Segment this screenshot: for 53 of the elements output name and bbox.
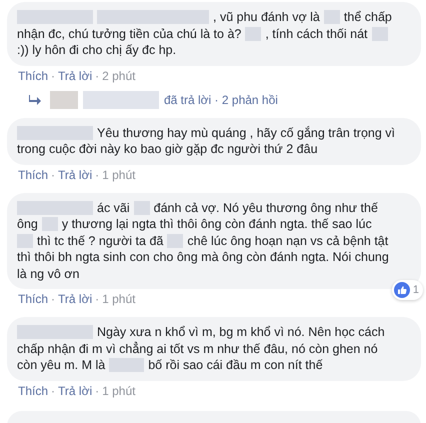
separator-dot: ·: [95, 382, 100, 398]
reaction-count: 1: [412, 284, 419, 296]
reply-link[interactable]: Trả lời: [58, 68, 92, 84]
like-link[interactable]: Thích: [18, 382, 48, 398]
comment-text: còn yêu m. M là: [17, 357, 106, 374]
like-link[interactable]: Thích: [18, 166, 48, 182]
like-link[interactable]: Thích: [18, 291, 48, 307]
avatar: [50, 90, 78, 108]
comment-text: thể chấp: [344, 9, 392, 26]
comment-text: trong cuộc đời này ko bao giờ gặp đc người thứ 2 đâu: [17, 141, 318, 158]
blurred-text: [324, 10, 340, 24]
blurred-text: [245, 26, 262, 41]
comment-text: Yêu thương hay mù quáng , hãy cố gắng trân trọng vì: [97, 124, 396, 141]
comment-time: 1 phút: [102, 166, 136, 182]
replies-link[interactable]: đã trả lời · 2 phản hồi: [164, 92, 278, 108]
separator-dot: ·: [95, 68, 100, 84]
reply-link[interactable]: Trả lời: [58, 291, 92, 307]
comment-text: chấp nhận đi m vì chẳng ai tốt vs m như thế đâu, nó còn ghen nó: [17, 340, 378, 357]
reaction-badge[interactable]: 1: [392, 280, 423, 300]
comment-text: bố rồi sao cái đầu m con nít thế: [148, 357, 323, 374]
comment-text: :)) ly hôn đi cho chị ấy đc hp.: [17, 42, 176, 58]
blurred-text: [134, 200, 150, 215]
separator-dot: ·: [51, 382, 56, 398]
separator-dot: ·: [95, 291, 100, 307]
reply-link[interactable]: Trả lời: [58, 382, 92, 398]
comment-text: chê lúc ông hoạn nạn vs cả bệnh tật: [187, 232, 388, 249]
blurred-text: [372, 26, 388, 41]
comment-text: ác vãi: [97, 200, 130, 216]
comment-text: nhận đc, chú tưởng tiền của chú là to à?: [17, 26, 242, 42]
comment-time: 1 phút: [102, 291, 136, 307]
blurred-text: [167, 234, 184, 248]
comment-text: đánh cả vợ. Nó yêu thương ông như thế: [154, 200, 378, 216]
blurred-text: [109, 358, 144, 372]
comment-text: , tính cách thối nát: [265, 26, 368, 42]
comment-text: y thương lại ngta thì thôi ông còn đánh ngta. thế sao lúc: [62, 216, 372, 232]
comment-text: Ngày xưa n khổ vì m, bg m khổ vì nó. Nên học cách: [97, 324, 385, 340]
reply-link[interactable]: Trả lời: [58, 166, 92, 182]
comment-text: thì thôi bh ngta sinh con cho ông mà ông còn đánh ngta. Nói chung: [17, 249, 389, 266]
blurred-text: [17, 234, 33, 248]
reply-arrow-icon: [29, 94, 41, 104]
comment-time: 1 phút: [102, 382, 136, 398]
separator-dot: ·: [51, 291, 56, 307]
like-link[interactable]: Thích: [18, 68, 48, 84]
comment-text: thì tc thế ? người ta đã: [37, 232, 164, 249]
separator-dot: ·: [95, 166, 100, 182]
comment-time: 2 phút: [102, 68, 136, 84]
separator-dot: ·: [51, 68, 56, 84]
thumbs-up-icon: [394, 282, 410, 298]
separator-dot: ·: [51, 166, 56, 182]
comment-text: , vũ phu đánh vợ là: [213, 9, 320, 26]
blurred-text: [42, 217, 58, 232]
comment-text: là ng vô ơn: [17, 266, 80, 282]
comment-text: ông: [17, 216, 38, 232]
